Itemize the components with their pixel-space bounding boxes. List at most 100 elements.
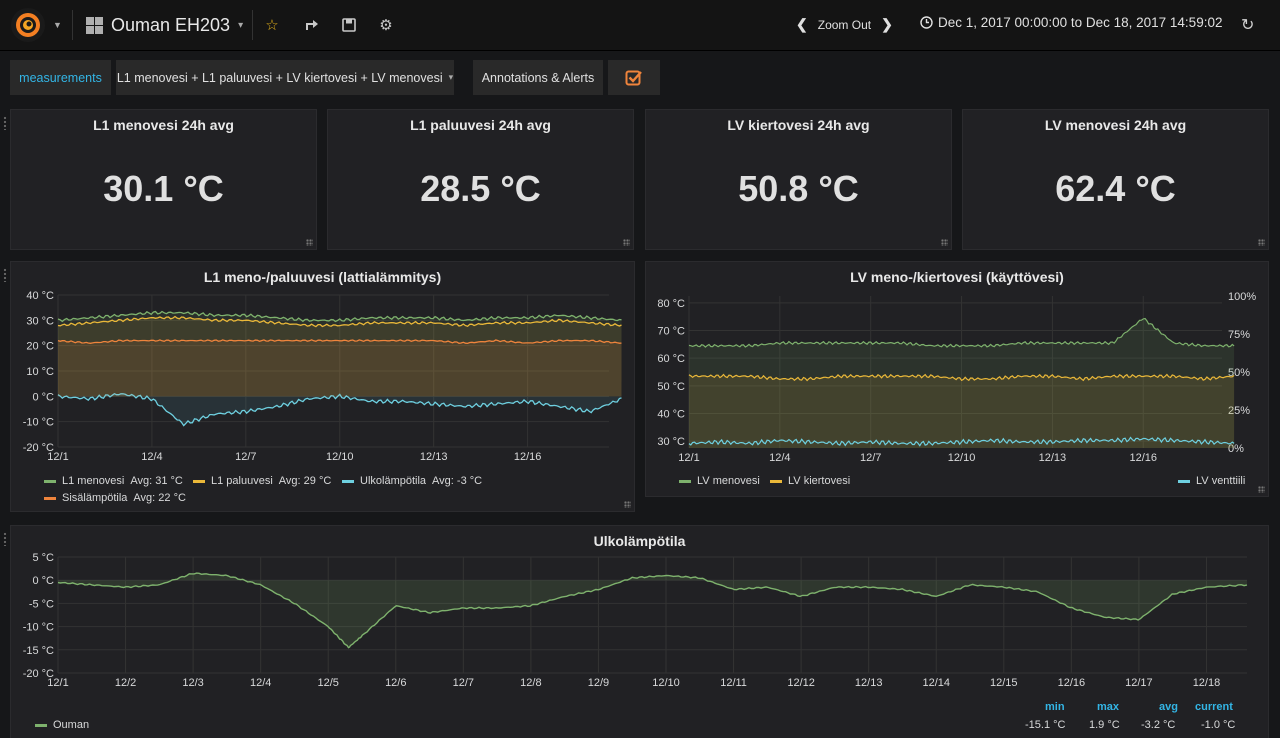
time-range-picker[interactable]: Dec 1, 2017 00:00:00 to Dec 18, 2017 14:…: [920, 15, 1222, 30]
resize-handle-icon[interactable]: [941, 239, 948, 246]
legend-swatch: [44, 479, 56, 483]
graph-panel-lv: LV meno-/kiertovesi (käyttövesi) 30 °C 40…: [645, 261, 1269, 497]
legend-value-max: 1.9 °C: [1089, 719, 1120, 731]
legend-item[interactable]: LV kiertovesi: [770, 475, 850, 487]
share-icon[interactable]: [301, 15, 321, 35]
resize-handle-icon[interactable]: [1258, 239, 1265, 246]
chevron-right-icon[interactable]: ❯: [881, 16, 893, 33]
y-tick-label: 5 °C: [32, 552, 54, 564]
top-navbar: ▼ Ouman EH203 ▾ ☆ ⚙ ❮ Zoom Out ❯ Dec 1, …: [0, 0, 1280, 51]
x-tick-label: 12/13: [420, 451, 448, 463]
resize-handle-icon[interactable]: [1258, 486, 1265, 493]
y-tick-label: 20 °C: [26, 341, 54, 353]
legend-item[interactable]: Ulkolämpötila Avg: -3 °C: [342, 475, 482, 487]
legend-item[interactable]: L1 paluuvesi Avg: 29 °C: [193, 475, 331, 487]
legend-swatch: [193, 479, 205, 483]
legend-header-min[interactable]: min: [1045, 701, 1065, 713]
legend-avg: Avg: 31 °C: [130, 475, 183, 487]
x-tick-label: 12/3: [182, 677, 203, 689]
stat-panel-lv-menovesi: LV menovesi 24h avg 62.4 °C: [962, 109, 1269, 250]
chevron-left-icon[interactable]: ❮: [796, 16, 808, 33]
legend-item[interactable]: LV menovesi: [679, 475, 760, 487]
legend-item[interactable]: Ouman: [35, 719, 89, 731]
dashboard-title: Ouman EH203: [111, 14, 231, 35]
variable-dropdown[interactable]: L1 menovesi + L1 paluuvesi + LV kiertove…: [116, 60, 454, 95]
y-tick-label: 40 °C: [657, 408, 685, 420]
panel-title[interactable]: LV menovesi 24h avg: [963, 117, 1268, 133]
l1-chart[interactable]: -20 °C-10 °C0 °C10 °C20 °C30 °C40 °C12/1…: [11, 262, 634, 511]
x-tick-label: 12/5: [318, 677, 339, 689]
graph-panel-ulkolampotila: Ulkolämpötila -20 °C -15 °C -10 °C -5 °C 0 °…: [10, 525, 1269, 738]
lv-chart[interactable]: 30 °C 40 °C 50 °C 60 °C 70 °C 80 °C 12/1 12/4 12…: [646, 262, 1268, 496]
x-tick-label: 12/10: [948, 452, 976, 464]
legend-header-avg[interactable]: avg: [1159, 701, 1178, 713]
y-tick-label: -15 °C: [23, 645, 54, 657]
series-area: [58, 339, 622, 397]
x-tick-label: 12/13: [1039, 452, 1067, 464]
row-drag-handle[interactable]: [3, 268, 7, 282]
y-tick-label: 70 °C: [657, 326, 685, 338]
y-tick-label: 30 °C: [657, 436, 685, 448]
dashboard-picker[interactable]: Ouman EH203 ▾: [86, 12, 243, 38]
variable-value: L1 menovesi + L1 paluuvesi + LV kiertove…: [116, 70, 443, 85]
x-tick-label: 12/10: [652, 677, 680, 689]
y-tick-label: 30 °C: [26, 315, 54, 327]
legend-value-avg: -3.2 °C: [1141, 719, 1176, 731]
legend-series-name: LV kiertovesi: [788, 475, 851, 487]
y-tick-label: 0 °C: [32, 575, 54, 587]
panel-title[interactable]: LV kiertovesi 24h avg: [646, 117, 951, 133]
x-tick-label: 12/7: [235, 451, 256, 463]
chevron-down-icon: ▾: [448, 72, 454, 82]
refresh-icon[interactable]: ↻: [1241, 15, 1254, 35]
divider: [72, 10, 73, 40]
x-tick-label: 12/1: [678, 452, 699, 464]
legend-item[interactable]: L1 menovesi Avg: 31 °C: [44, 475, 183, 487]
resize-handle-icon[interactable]: [624, 501, 631, 508]
x-tick-label: 12/7: [860, 452, 881, 464]
x-tick-label: 12/13: [855, 677, 883, 689]
stat-panel-l1-paluuvesi: L1 paluuvesi 24h avg 28.5 °C: [327, 109, 634, 250]
series-area: [689, 374, 1235, 448]
star-icon[interactable]: ☆: [262, 15, 282, 35]
x-tick-label: 12/7: [453, 677, 474, 689]
legend-series-name: LV venttiili: [1196, 475, 1246, 487]
resize-handle-icon[interactable]: [306, 239, 313, 246]
ulkolampotila-chart[interactable]: -20 °C-15 °C-10 °C-5 °C0 °C5 °C12/1 12/2 1…: [11, 526, 1268, 706]
x-tick-label: 12/15: [990, 677, 1018, 689]
save-icon[interactable]: [339, 15, 359, 35]
x-tick-label: 12/4: [141, 451, 162, 463]
x-tick-label: 12/18: [1193, 677, 1221, 689]
legend-series-name: Sisälämpötila: [62, 492, 128, 504]
legend-header-max[interactable]: max: [1097, 701, 1119, 713]
y-tick-label: 10 °C: [26, 366, 54, 378]
legend-series-name: Ouman: [53, 719, 90, 731]
legend-item[interactable]: LV venttiili: [1178, 475, 1245, 487]
legend-item[interactable]: Sisälämpötila Avg: 22 °C: [44, 492, 186, 504]
y2-tick-label: 75%: [1228, 329, 1250, 341]
time-range-label: Dec 1, 2017 00:00:00 to Dec 18, 2017 14:…: [938, 15, 1223, 30]
legend-swatch: [1178, 479, 1190, 483]
x-tick-label: 12/17: [1125, 677, 1153, 689]
x-tick-label: 12/4: [250, 677, 271, 689]
row-drag-handle[interactable]: [3, 116, 7, 130]
annotations-toggle[interactable]: [608, 60, 660, 95]
stat-value: 28.5 °C: [420, 168, 541, 209]
clock-icon: [920, 16, 933, 29]
chevron-down-icon[interactable]: ▼: [53, 20, 62, 30]
x-tick-label: 12/16: [1058, 677, 1086, 689]
panel-title[interactable]: L1 menovesi 24h avg: [11, 117, 316, 133]
gear-icon[interactable]: ⚙: [376, 15, 396, 35]
zoom-out-button[interactable]: Zoom Out: [818, 18, 871, 32]
legend-header-current[interactable]: current: [1195, 701, 1233, 713]
legend-series-name: LV menovesi: [697, 475, 760, 487]
y-tick-label: 60 °C: [657, 353, 685, 365]
stat-panel-l1-menovesi: L1 menovesi 24h avg 30.1 °C: [10, 109, 317, 250]
resize-handle-icon[interactable]: [623, 239, 630, 246]
x-tick-label: 12/1: [47, 677, 68, 689]
row-drag-handle[interactable]: [3, 532, 7, 546]
grafana-logo-icon[interactable]: [11, 8, 45, 42]
panel-title[interactable]: L1 paluuvesi 24h avg: [328, 117, 633, 133]
x-tick-label: 12/8: [520, 677, 541, 689]
checkbox-checked-icon: [625, 70, 642, 85]
y2-tick-label: 100%: [1228, 291, 1256, 303]
